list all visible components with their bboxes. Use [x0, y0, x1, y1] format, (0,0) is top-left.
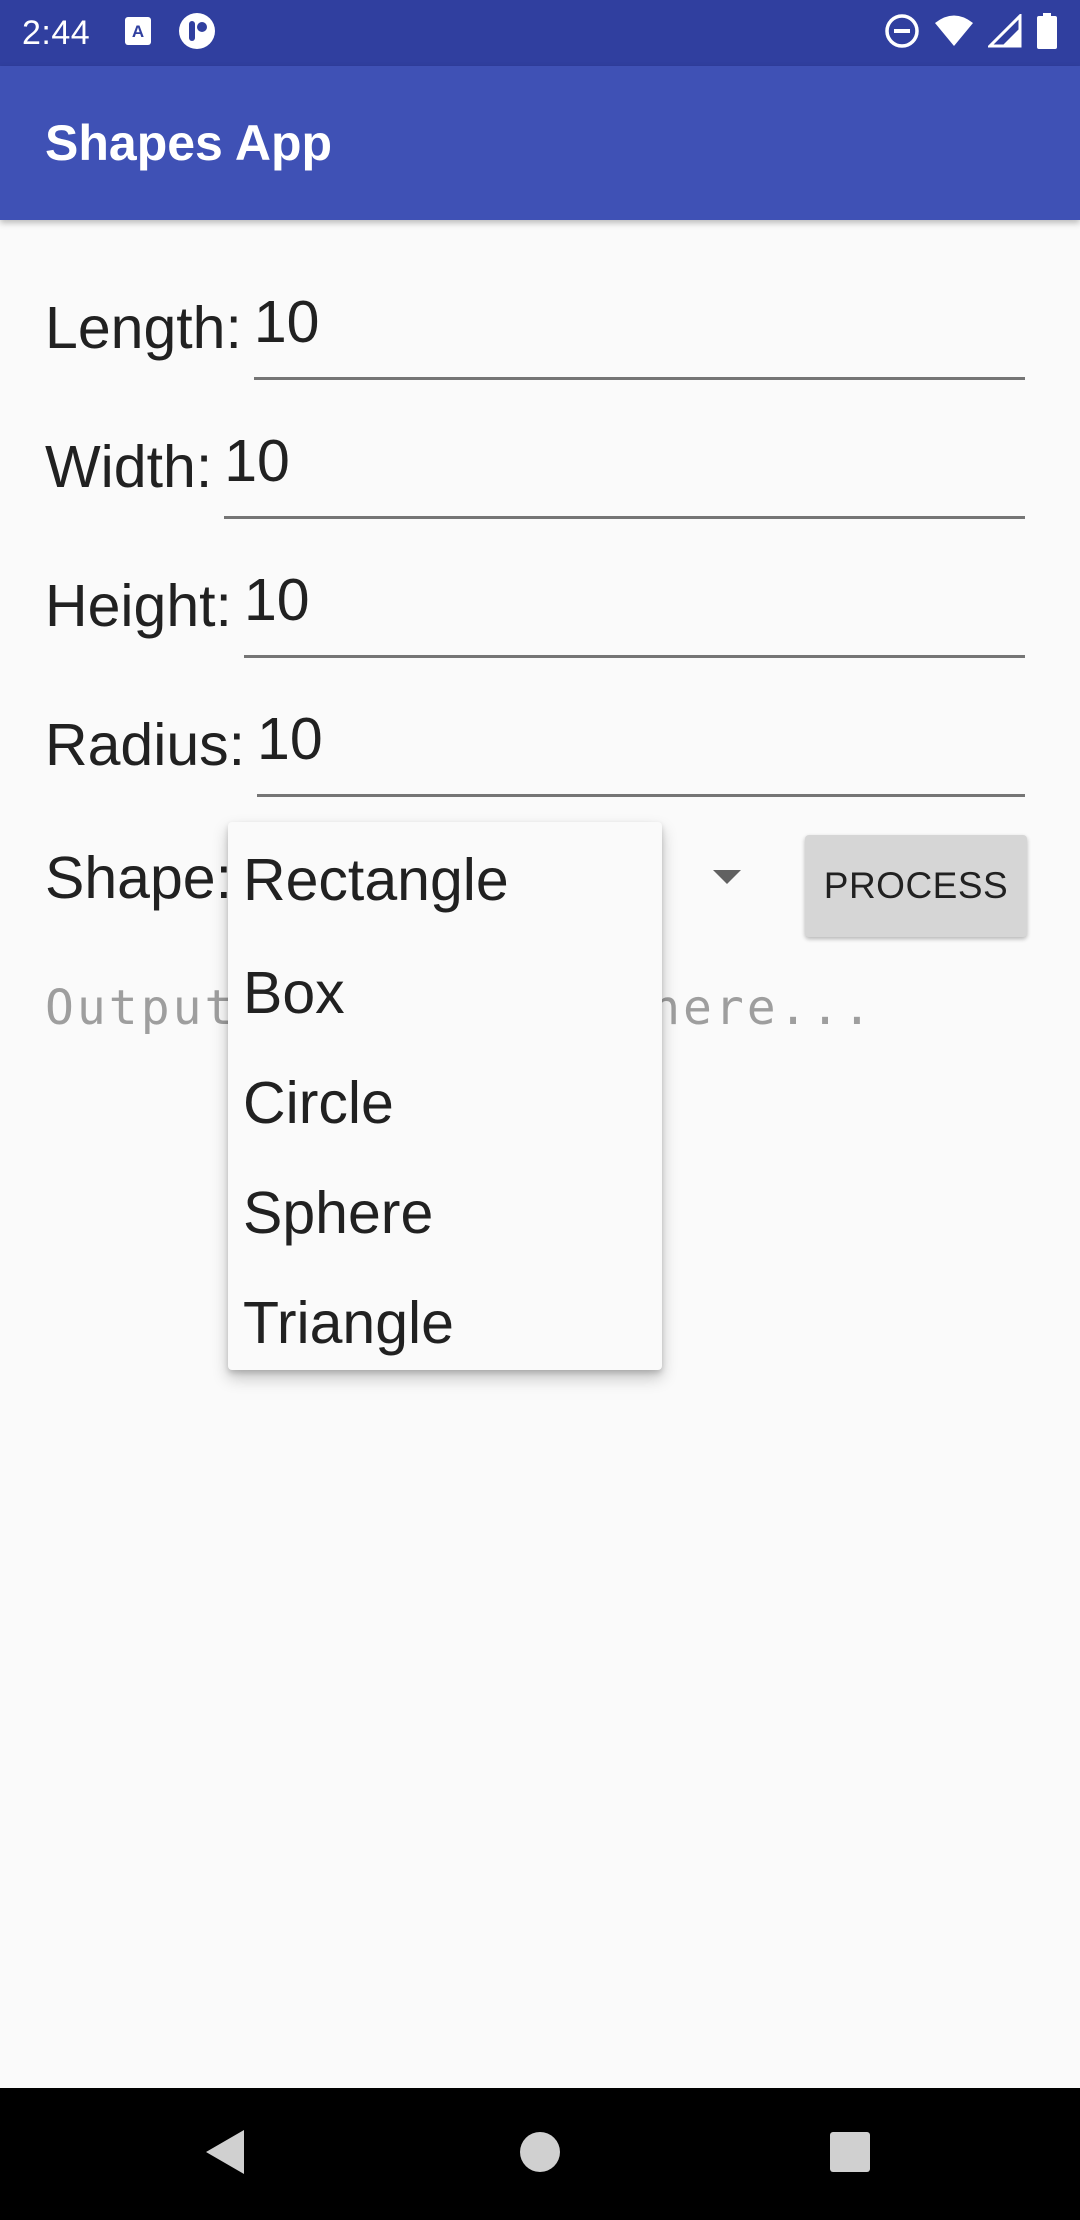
- shape-label: Shape:: [45, 845, 232, 911]
- do-not-disturb-icon: [884, 13, 920, 54]
- navigation-bar: [0, 2088, 1080, 2220]
- length-label: Length:: [45, 295, 242, 361]
- width-label: Width:: [45, 434, 213, 500]
- battery-icon: [1036, 12, 1058, 54]
- status-time: 2:44: [22, 13, 91, 52]
- recents-button[interactable]: [790, 2088, 910, 2220]
- dropdown-option-rectangle[interactable]: Rectangle: [228, 822, 662, 938]
- app-title: Shapes App: [45, 115, 333, 171]
- wifi-icon: [934, 14, 974, 53]
- process-button[interactable]: PROCESS: [805, 835, 1027, 937]
- home-button[interactable]: [480, 2088, 600, 2220]
- dropdown-option-box[interactable]: Box: [228, 938, 662, 1048]
- back-button[interactable]: [166, 2088, 286, 2220]
- main-content: Length: Width: Height: Radius: Shape: PR…: [0, 220, 1080, 2088]
- dropdown-option-triangle[interactable]: Triangle: [228, 1268, 662, 1378]
- status-bar: 2:44 A: [0, 0, 1080, 66]
- recents-icon: [830, 2131, 870, 2177]
- height-label: Height:: [45, 573, 232, 639]
- svg-text:A: A: [132, 22, 144, 41]
- radius-input[interactable]: [257, 701, 1025, 797]
- shape-dropdown-menu: Rectangle Box Circle Sphere Triangle: [228, 822, 662, 1370]
- radius-label: Radius:: [45, 712, 246, 778]
- length-row: Length:: [45, 280, 1025, 380]
- length-input[interactable]: [253, 284, 1025, 380]
- height-row: Height:: [45, 558, 1025, 658]
- home-icon: [519, 2131, 561, 2178]
- spinner-dropdown-icon[interactable]: [713, 870, 741, 884]
- width-row: Width:: [45, 419, 1025, 519]
- dropdown-option-circle[interactable]: Circle: [228, 1048, 662, 1158]
- dropdown-option-sphere[interactable]: Sphere: [228, 1158, 662, 1268]
- app-notification-icon: [178, 12, 216, 55]
- back-icon: [204, 2128, 248, 2181]
- app-bar: Shapes App: [0, 66, 1080, 220]
- cell-signal-icon: [986, 11, 1022, 53]
- radius-row: Radius:: [45, 697, 1025, 797]
- width-input[interactable]: [224, 423, 1025, 519]
- height-input[interactable]: [243, 562, 1025, 658]
- keyboard-a-icon: A: [124, 16, 152, 51]
